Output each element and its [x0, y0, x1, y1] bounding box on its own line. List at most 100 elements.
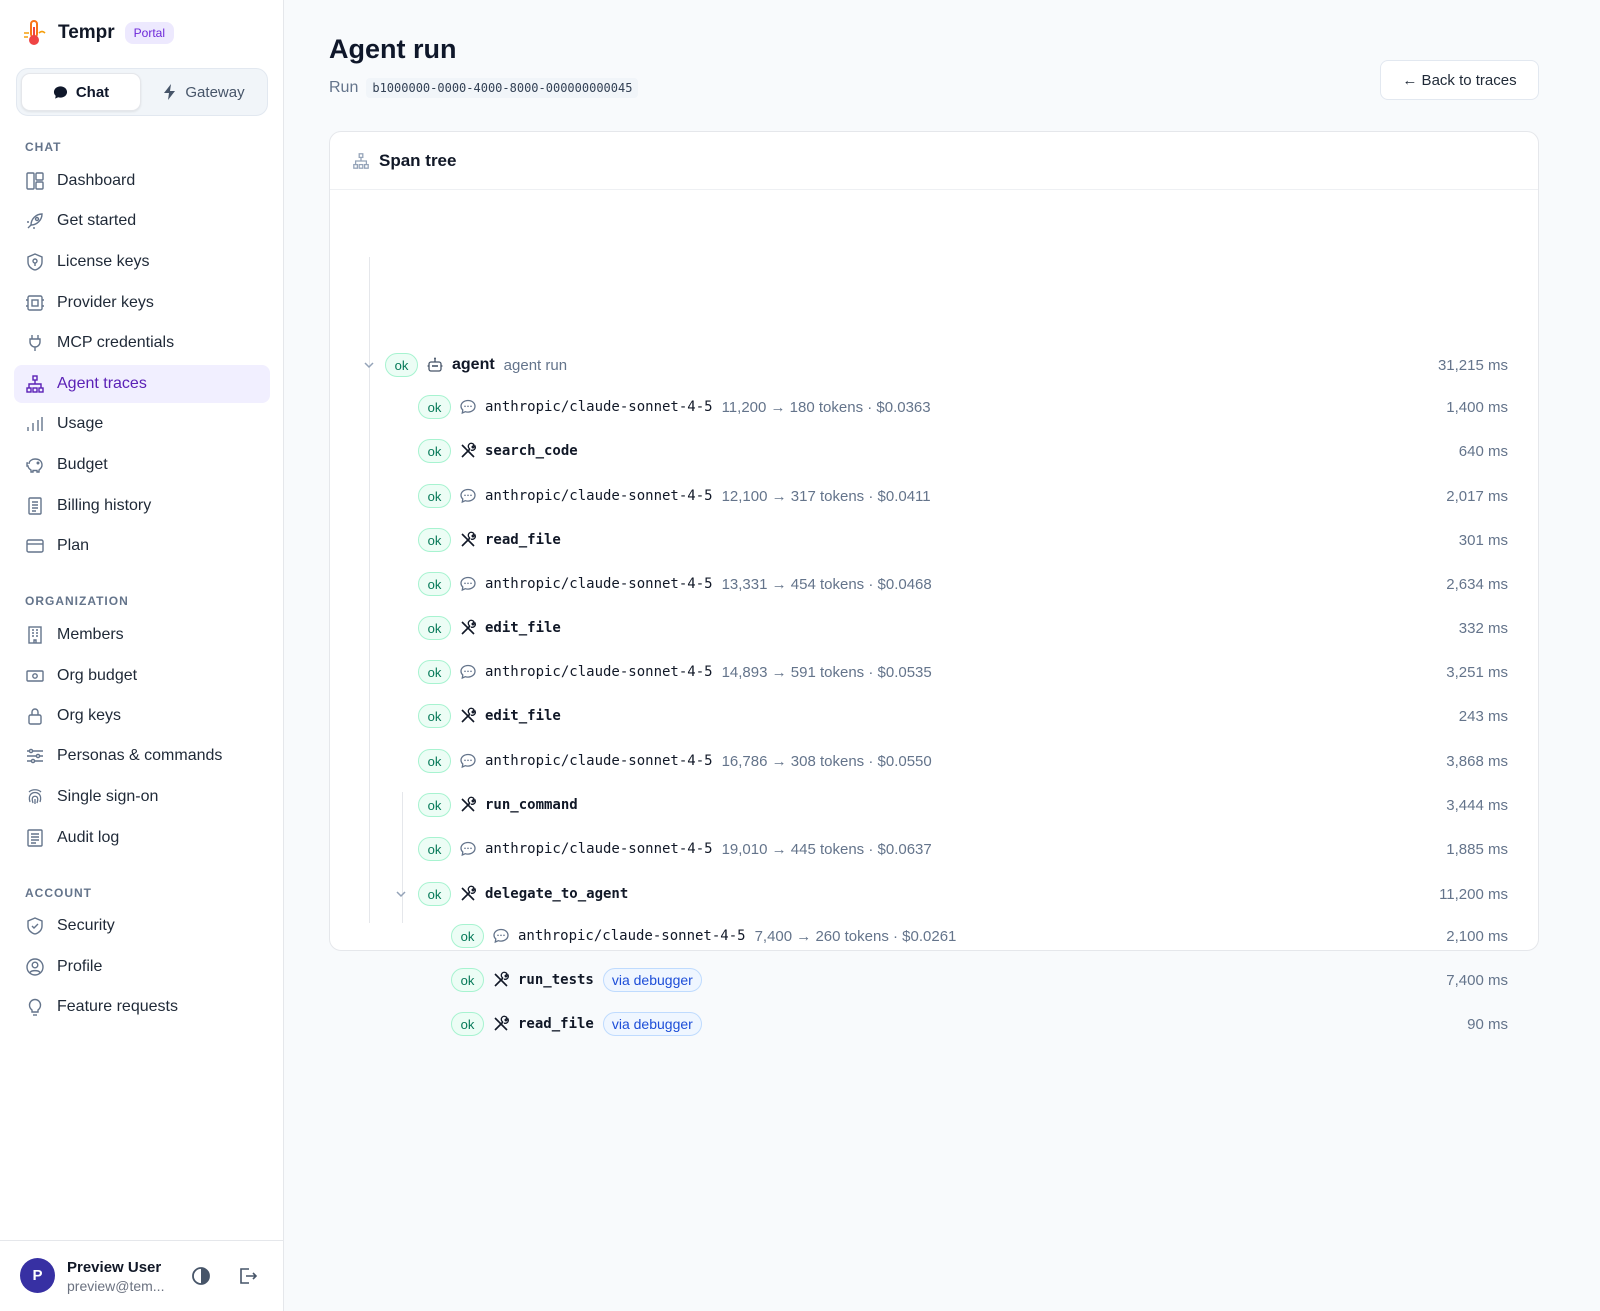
span-name: read_file [485, 532, 561, 548]
message-icon [460, 488, 476, 504]
chat-bubble-icon [53, 85, 67, 99]
gateway-mode-button[interactable]: Gateway [145, 73, 263, 111]
brand[interactable]: Tempr Portal [22, 18, 175, 48]
dashboard-icon [26, 172, 44, 190]
sidebar-item-plan[interactable]: Plan [14, 527, 270, 565]
chat-mode-button[interactable]: Chat [21, 73, 141, 111]
sidebar-item-license-keys[interactable]: License keys [14, 243, 270, 281]
avatar[interactable]: P [20, 1258, 55, 1293]
span-name: run_tests [518, 972, 594, 988]
message-icon [460, 753, 476, 769]
building-icon [28, 626, 42, 644]
sidebar-item-get-started[interactable]: Get started [14, 202, 270, 240]
sidebar-item-label: Members [57, 626, 124, 643]
sidebar-item-feature-requests[interactable]: Feature requests [14, 988, 270, 1026]
sidebar-item-billing-history[interactable]: Billing history [14, 487, 270, 525]
span-duration: 332 ms [1458, 619, 1508, 637]
run-label: Run [329, 79, 359, 96]
span-row[interactable]: ok read_file via debugger 90 ms [330, 1009, 1540, 1039]
span-row[interactable]: ok anthropic/claude-sonnet-4-5 11,200 → 18… [330, 392, 1540, 422]
span-row[interactable]: ok anthropic/claude-sonnet-4-5 19,010 → 44… [330, 834, 1540, 864]
span-meta: 16,786 → 308 tokens · $0.0550 [721, 752, 932, 770]
tools-icon [461, 885, 476, 901]
sidebar-item-usage[interactable]: Usage [14, 405, 270, 443]
receipt-icon [28, 497, 42, 515]
span-row[interactable]: ok edit_file 332 ms [330, 613, 1540, 643]
sidebar-item-profile[interactable]: Profile [14, 948, 270, 986]
via-badge: via debugger [602, 1012, 702, 1036]
span-row[interactable]: ok edit_file 243 ms [330, 701, 1540, 731]
span-row[interactable]: ok anthropic/claude-sonnet-4-5 14,893 → 59… [330, 657, 1540, 687]
span-meta: 12,100 → 317 tokens · $0.0411 [721, 487, 931, 505]
span-duration: 2,634 ms [1446, 575, 1508, 593]
provider-icon [26, 295, 44, 311]
span-row[interactable]: ok run_command 3,444 ms [330, 790, 1540, 820]
sidebar-item-label: Org budget [57, 667, 138, 684]
message-icon [460, 841, 476, 857]
sidebar-item-single-sign-on[interactable]: Single sign-on [14, 778, 270, 816]
sidebar-item-label: Get started [57, 212, 137, 229]
span-row[interactable]: ok search_code 640 ms [330, 436, 1540, 466]
sidebar-item-dashboard[interactable]: Dashboard [14, 162, 270, 200]
sidebar-item-label: Budget [57, 456, 108, 473]
message-icon [460, 399, 476, 415]
span-row[interactable]: ok anthropic/claude-sonnet-4-5 7,400 → 260… [330, 921, 1540, 951]
span-meta: 13,331 → 454 tokens · $0.0468 [721, 575, 932, 593]
span-tree-header: Span tree [330, 132, 1538, 190]
sidebar-item-members[interactable]: Members [14, 616, 270, 654]
span-row[interactable]: ok run_tests via debugger 7,400 ms [330, 965, 1540, 995]
sidebar-item-agent-traces[interactable]: Agent traces [14, 365, 270, 403]
span-name: agent [452, 356, 495, 373]
logout-icon[interactable] [236, 1265, 258, 1287]
theme-toggle-icon[interactable] [190, 1265, 212, 1287]
sidebar-item-org-keys[interactable]: Org keys [14, 697, 270, 735]
span-row[interactable]: ok anthropic/claude-sonnet-4-5 12,100 → 31… [330, 481, 1540, 511]
lightning-icon [164, 84, 176, 100]
span-duration: 3,868 ms [1446, 752, 1508, 770]
message-icon [493, 928, 509, 944]
span-row[interactable]: ok agent agent run 31,215 ms [330, 350, 1540, 380]
sidebar-item-audit-log[interactable]: Audit log [14, 819, 270, 857]
span-row[interactable]: ok anthropic/claude-sonnet-4-5 16,786 → 30… [330, 746, 1540, 776]
chevron-down-icon[interactable] [394, 887, 408, 901]
shield-check-icon [27, 917, 43, 935]
sidebar-item-label: Dashboard [57, 172, 136, 189]
sidebar-item-provider-keys[interactable]: Provider keys [14, 284, 270, 322]
message-icon [460, 576, 476, 592]
portal-badge: Portal [124, 22, 175, 44]
sidebar-item-label: Personas & commands [57, 747, 223, 764]
status-badge: ok [418, 704, 451, 728]
status-badge: ok [418, 528, 451, 552]
sidebar-item-personas-commands[interactable]: Personas & commands [14, 737, 270, 775]
sidebar-item-mcp-credentials[interactable]: MCP credentials [14, 324, 270, 362]
status-badge: ok [418, 439, 451, 463]
credit-card-icon [26, 539, 44, 553]
status-badge: ok [418, 572, 451, 596]
bar-chart-icon [27, 417, 43, 431]
tools-icon [494, 1015, 509, 1031]
span-duration: 31,215 ms [1437, 356, 1508, 374]
sliders-icon [27, 748, 43, 764]
span-name: anthropic/claude-sonnet-4-5 [485, 664, 713, 680]
sidebar-item-org-budget[interactable]: Org budget [14, 657, 270, 695]
span-duration: 11,200 ms [1439, 885, 1508, 903]
span-row[interactable]: ok delegate_to_agent 11,200 ms [330, 879, 1540, 909]
span-meta: 19,010 → 445 tokens · $0.0637 [721, 840, 932, 858]
span-duration: 90 ms [1467, 1015, 1508, 1033]
sidebar-item-budget[interactable]: Budget [14, 446, 270, 484]
sidebar-item-security[interactable]: Security [14, 907, 270, 945]
status-badge: ok [418, 882, 451, 906]
span-name: anthropic/claude-sonnet-4-5 [485, 488, 713, 504]
span-name: delegate_to_agent [485, 886, 629, 902]
run-line: Run b1000000-0000-4000-8000-000000000045 [329, 78, 639, 98]
sidebar-item-label: Audit log [57, 829, 120, 846]
run-id: b1000000-0000-4000-8000-000000000045 [366, 78, 639, 98]
span-name: edit_file [485, 620, 561, 636]
span-duration: 1,400 ms [1446, 398, 1508, 416]
sidebar-item-label: Feature requests [57, 998, 178, 1015]
back-to-traces-button[interactable]: ← Back to traces [1380, 60, 1539, 100]
tools-icon [461, 796, 476, 812]
chevron-down-icon[interactable] [362, 358, 376, 372]
span-row[interactable]: ok read_file 301 ms [330, 525, 1540, 555]
span-row[interactable]: ok anthropic/claude-sonnet-4-5 13,331 → 45… [330, 569, 1540, 599]
